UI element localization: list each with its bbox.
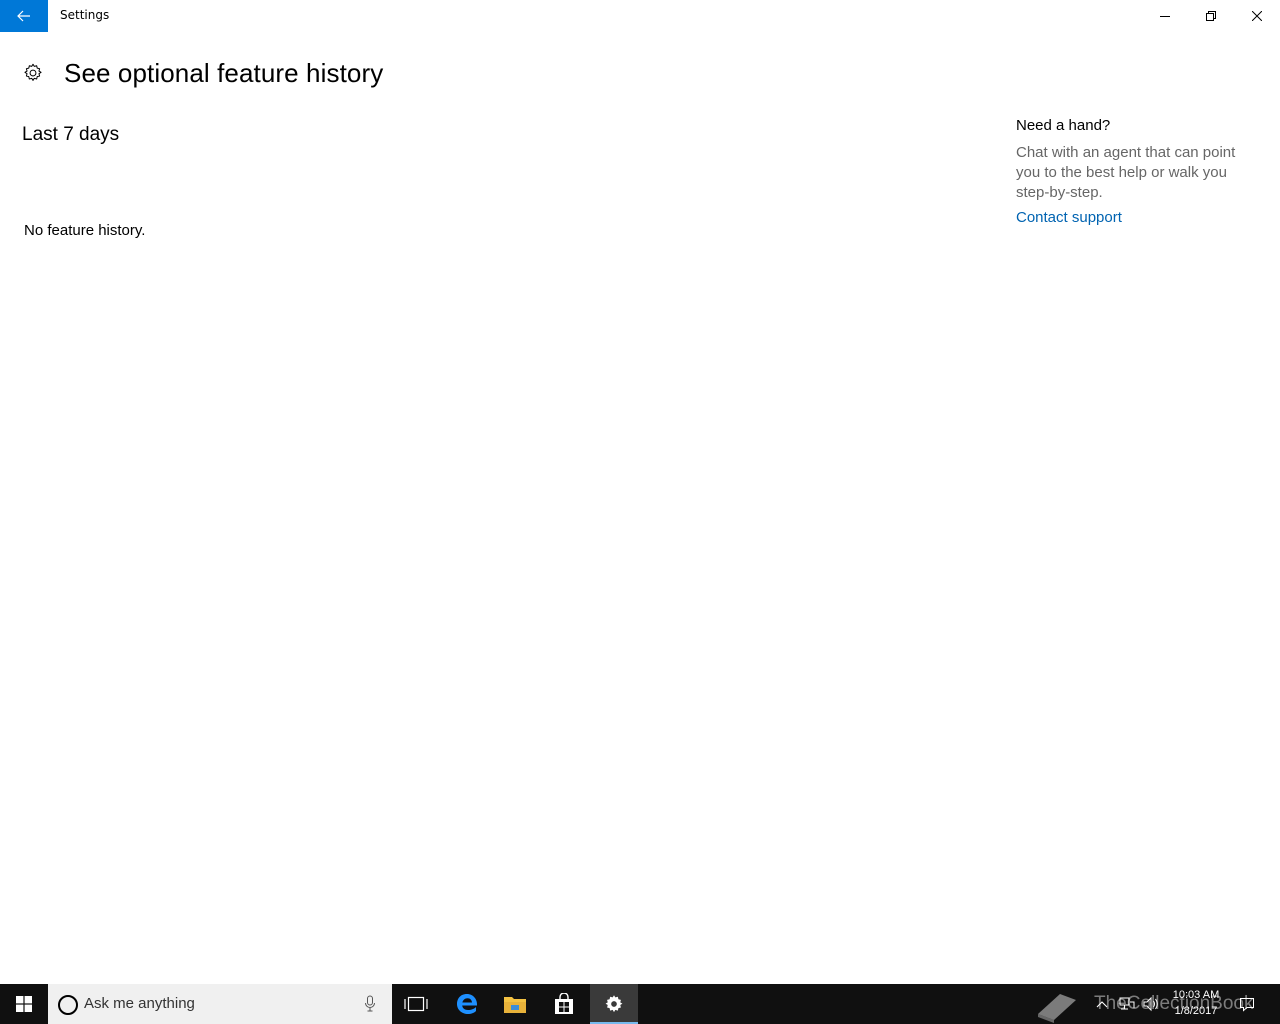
microphone-icon[interactable] <box>364 995 376 1013</box>
gear-icon <box>24 63 42 81</box>
clock-date: 1/8/2017 <box>1174 1005 1218 1017</box>
windows-logo-icon <box>16 996 32 1012</box>
restore-button[interactable] <box>1188 0 1234 32</box>
settings-taskbar-button[interactable] <box>590 984 638 1024</box>
page-header: See optional feature history <box>22 56 383 90</box>
arrow-left-icon <box>17 10 30 22</box>
edge-button[interactable] <box>443 984 491 1024</box>
restore-icon <box>1206 11 1216 21</box>
task-view-icon <box>404 996 428 1012</box>
network-icon <box>1119 997 1135 1010</box>
minimize-icon <box>1160 16 1170 17</box>
clock[interactable]: 10:03 AM 1/8/2017 <box>1166 987 1226 1019</box>
settings-icon <box>605 995 623 1013</box>
clock-time: 10:03 AM <box>1172 989 1220 1001</box>
book-icon <box>1038 994 1076 1023</box>
file-explorer-button[interactable] <box>491 984 539 1024</box>
empty-history-message: No feature history. <box>24 222 146 239</box>
back-button[interactable] <box>0 0 48 32</box>
network-button[interactable] <box>1116 984 1138 1024</box>
action-center-button[interactable] <box>1234 984 1260 1024</box>
window-title: Settings <box>60 8 110 22</box>
page-title: See optional feature history <box>64 57 384 88</box>
notification-icon <box>1240 998 1254 1012</box>
close-button[interactable] <box>1234 0 1280 32</box>
task-view-button[interactable] <box>392 984 440 1024</box>
close-icon <box>1252 11 1262 21</box>
chevron-up-icon <box>1096 1001 1108 1008</box>
taskbar: Ask me anything TheCollectionBook 10:03 … <box>0 984 1280 1024</box>
help-title: Need a hand? <box>1016 117 1111 134</box>
search-box[interactable]: Ask me anything <box>48 984 392 1024</box>
cortana-icon <box>58 995 78 1015</box>
title-bar: Settings <box>0 0 1280 32</box>
start-button[interactable] <box>0 984 48 1024</box>
search-placeholder: Ask me anything <box>84 995 195 1012</box>
volume-button[interactable] <box>1140 984 1162 1024</box>
edge-icon <box>457 994 478 1014</box>
contact-support-link[interactable]: Contact support <box>1016 209 1256 226</box>
minimize-button[interactable] <box>1142 0 1188 32</box>
store-icon <box>555 993 573 1014</box>
section-title: Last 7 days <box>22 124 120 145</box>
file-explorer-icon <box>504 997 526 1013</box>
store-button[interactable] <box>540 984 588 1024</box>
speaker-icon <box>1143 996 1158 1012</box>
show-hidden-icons-button[interactable] <box>1092 984 1112 1024</box>
help-panel: Need a hand? Chat with an agent that can… <box>1016 117 1256 226</box>
help-description: Chat with an agent that can point you to… <box>1016 144 1236 201</box>
